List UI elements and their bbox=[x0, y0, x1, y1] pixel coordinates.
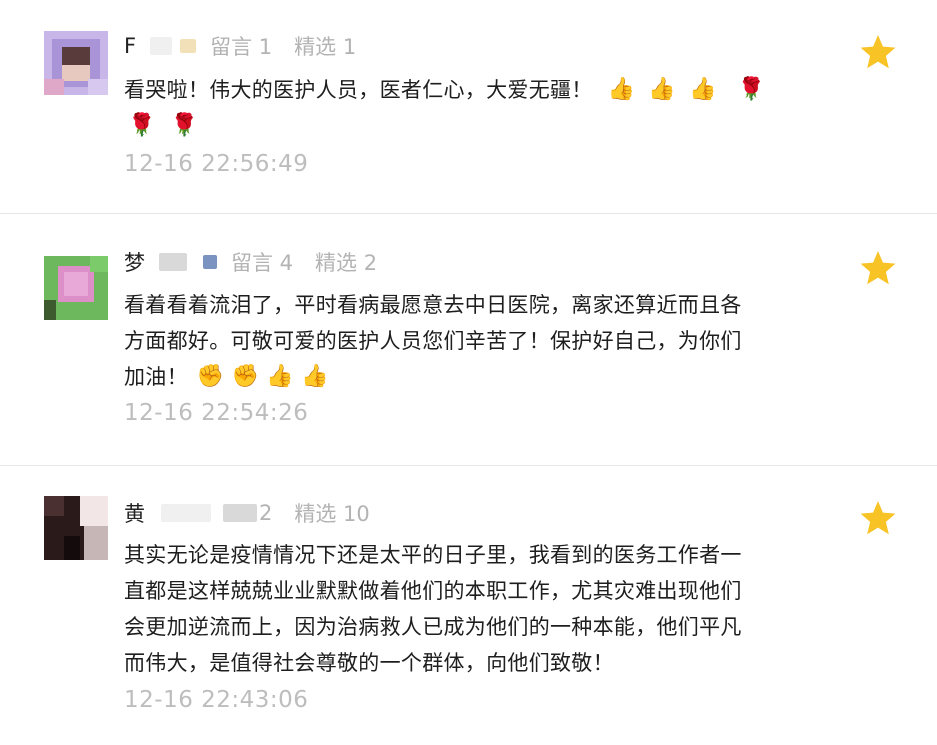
comment-item: 梦 留言 4 精选 2 看着看着流泪了，平时看病最愿意去中日医院，离家还算近而且… bbox=[0, 214, 937, 465]
comment-item: 黄 2 精选 10 其实无论是疫情情况下还是太平的日子里，我看到的医务工作者一 … bbox=[0, 466, 937, 745]
message-count: 留言 4 bbox=[231, 251, 294, 275]
message-count: 留言 1 bbox=[210, 35, 273, 59]
comment-item: F 留言 1 精选 1 看哭啦！伟大的医护人员，医者仁心，大爱无疆！ 👍 👍 👍… bbox=[0, 0, 937, 213]
comment-line: 会更加逆流而上，因为治病救人已成为他们的一种本能，他们平凡 bbox=[124, 615, 742, 639]
comment-line: 看哭啦！伟大的医护人员，医者仁心，大爱无疆！ 👍 👍 👍 🌹 bbox=[124, 72, 784, 108]
avatar[interactable] bbox=[44, 496, 108, 560]
thumbs-up-icon: 👍 bbox=[300, 364, 329, 389]
comment-line: 直都是这样兢兢业业默默做着他们的本职工作，尤其灾难出现他们 bbox=[124, 579, 742, 603]
comment-line-text: 看哭啦！伟大的医护人员，医者仁心，大爱无疆！ bbox=[124, 78, 593, 102]
redacted-badge bbox=[180, 39, 197, 53]
nickname[interactable]: F bbox=[124, 34, 136, 58]
comment-text: 看哭啦！伟大的医护人员，医者仁心，大爱无疆！ 👍 👍 👍 🌹 🌹 🌹 bbox=[124, 72, 784, 144]
nickname[interactable]: 黄 bbox=[124, 498, 145, 528]
comment-text: 其实无论是疫情情况下还是太平的日子里，我看到的医务工作者一 直都是这样兢兢业业默… bbox=[124, 537, 784, 681]
comment-line: 而伟大，是值得社会尊敬的一个群体，向他们致敬！ bbox=[124, 651, 614, 675]
star-icon[interactable] bbox=[858, 498, 898, 538]
rose-icon: 🌹 bbox=[170, 113, 199, 138]
comment-line: 方面都好。可敬可爱的医护人员您们辛苦了！保护好自己，为你们 bbox=[124, 329, 742, 353]
comment-line: 看着看着流泪了，平时看病最愿意去中日医院，离家还算近而且各 bbox=[124, 293, 742, 317]
thumbs-up-icon: 👍 bbox=[266, 364, 294, 389]
comment-line: 加油！ ✊ ✊ 👍 👍 bbox=[124, 359, 784, 395]
featured-count: 精选 1 bbox=[294, 35, 357, 59]
nickname[interactable]: 梦 bbox=[124, 247, 145, 277]
star-icon[interactable] bbox=[858, 32, 898, 72]
redacted-badge bbox=[223, 504, 257, 522]
comment-text: 看着看着流泪了，平时看病最愿意去中日医院，离家还算近而且各 方面都好。可敬可爱的… bbox=[124, 287, 784, 395]
message-count: 2 bbox=[259, 501, 273, 525]
star-icon[interactable] bbox=[858, 248, 898, 288]
redacted-name bbox=[150, 37, 173, 55]
comment-header: F 留言 1 精选 1 bbox=[124, 31, 356, 61]
comment-header: 黄 2 精选 10 bbox=[124, 498, 370, 528]
comment-header: 梦 留言 4 精选 2 bbox=[124, 247, 377, 277]
redacted-name bbox=[159, 253, 187, 271]
thumbs-up-icon: 👍 bbox=[607, 77, 636, 102]
fist-icon: ✊ bbox=[196, 364, 225, 389]
thumbs-up-icon: 👍 bbox=[688, 77, 717, 102]
redacted-name bbox=[161, 504, 211, 522]
rose-icon: 🌹 bbox=[737, 77, 766, 102]
rose-icon: 🌹 bbox=[128, 113, 156, 138]
avatar[interactable] bbox=[44, 31, 108, 95]
comment-line: 🌹 🌹 bbox=[124, 108, 784, 144]
avatar[interactable] bbox=[44, 256, 108, 320]
timestamp: 12-16 22:56:49 bbox=[124, 151, 309, 177]
featured-count: 精选 10 bbox=[294, 502, 370, 526]
comment-line-text: 加油！ bbox=[124, 365, 188, 389]
timestamp: 12-16 22:54:26 bbox=[124, 400, 309, 426]
comment-line: 其实无论是疫情情况下还是太平的日子里，我看到的医务工作者一 bbox=[124, 543, 742, 567]
redacted-badge bbox=[203, 255, 217, 269]
thumbs-up-icon: 👍 bbox=[648, 77, 676, 102]
featured-count: 精选 2 bbox=[315, 251, 378, 275]
fist-icon: ✊ bbox=[231, 364, 260, 389]
timestamp: 12-16 22:43:06 bbox=[124, 687, 309, 713]
